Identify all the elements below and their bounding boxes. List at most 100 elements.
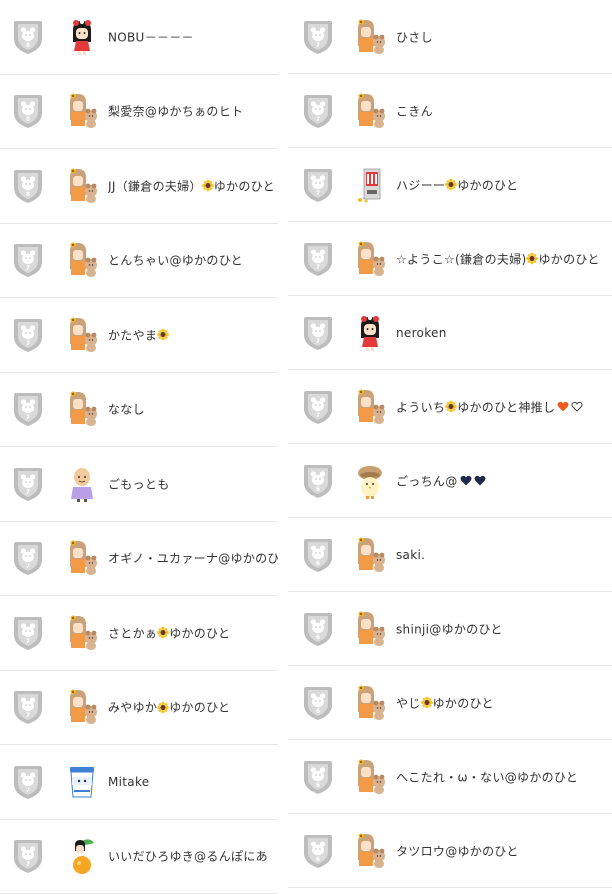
rank-badge-number: 7 bbox=[302, 191, 334, 197]
user-name-suffix-text: ゆかのひと bbox=[169, 699, 230, 716]
rank-badge-icon: 7 bbox=[12, 764, 44, 800]
girl-with-dog-avatar[interactable] bbox=[352, 18, 388, 56]
rank-badge-number: 6 bbox=[302, 635, 334, 641]
girl-with-dog-avatar[interactable] bbox=[352, 388, 388, 426]
user-name[interactable]: かたやま bbox=[108, 326, 169, 343]
user-name-text: さとかぁ bbox=[108, 624, 157, 641]
rank-badge-icon: 8 bbox=[12, 93, 44, 129]
user-name[interactable]: ごっちん@ bbox=[396, 472, 486, 489]
user-name[interactable]: ☆ようこ☆(鎌倉の夫婦)ゆかのひと bbox=[396, 250, 600, 267]
fan-list-item[interactable]: 6 やじゆかのひと bbox=[288, 666, 612, 740]
fan-list-item[interactable]: 7 ひさし bbox=[288, 0, 612, 74]
user-name[interactable]: NOBU－－－－ bbox=[108, 28, 194, 45]
user-name[interactable]: ななし bbox=[108, 401, 145, 418]
fan-list-item[interactable]: 7さとかぁゆかのひと bbox=[0, 596, 278, 671]
fan-list-item[interactable]: 8 梨愛奈@ゆかちぁのヒト bbox=[0, 75, 278, 150]
user-name[interactable]: ひさし bbox=[396, 28, 433, 45]
user-name-text: よういち bbox=[396, 398, 445, 415]
girl-red-bow-avatar[interactable] bbox=[64, 18, 100, 56]
user-name[interactable]: みやゆかゆかのひと bbox=[108, 699, 230, 716]
user-name[interactable]: shinji@ゆかのひと bbox=[396, 620, 503, 637]
rank-badge-icon: 7 bbox=[12, 540, 44, 576]
rank-badge-icon: 7 bbox=[302, 19, 334, 55]
girl-with-dog-avatar[interactable] bbox=[64, 539, 100, 577]
user-name[interactable]: よういちゆかのひと神推し bbox=[396, 398, 583, 415]
user-name-text: ひさし bbox=[396, 28, 433, 45]
fan-list-item[interactable]: 7みやゆかゆかのひと bbox=[0, 671, 278, 746]
fan-list-item[interactable]: 7neroken bbox=[288, 296, 612, 370]
user-name-text: へこたれ・ω・ない@ゆかのひと bbox=[396, 768, 578, 785]
fan-list-item[interactable]: 7 とんちゃい@ゆかのひと bbox=[0, 224, 278, 299]
rank-badge-number: 7 bbox=[12, 788, 44, 794]
rank-badge-icon: 6 bbox=[302, 759, 334, 795]
girl-red-bow-avatar[interactable] bbox=[352, 314, 388, 352]
fan-list-item[interactable]: 7よういちゆかのひと神推し bbox=[288, 370, 612, 444]
user-name[interactable]: ごもっとも bbox=[108, 475, 170, 492]
heart-outline-icon bbox=[571, 401, 583, 413]
rank-badge-icon: 6 bbox=[302, 685, 334, 721]
girl-with-dog-avatar[interactable] bbox=[64, 241, 100, 279]
user-name-text: ハジーー bbox=[396, 176, 445, 193]
user-name[interactable]: オギノ・ユカァーナ@ゆかのひ bbox=[108, 550, 278, 567]
user-name[interactable]: やじゆかのひと bbox=[396, 694, 494, 711]
fan-list-item[interactable]: 7ななし bbox=[0, 373, 278, 448]
rank-badge-icon: 6 bbox=[302, 833, 334, 869]
user-name[interactable]: さとかぁゆかのひと bbox=[108, 624, 230, 641]
rank-badge-number: 7 bbox=[12, 266, 44, 272]
fan-list-item[interactable]: 6 へこたれ・ω・ない@ゆかのひと bbox=[288, 740, 612, 814]
girl-with-dog-avatar[interactable] bbox=[352, 684, 388, 722]
user-name[interactable]: へこたれ・ω・ない@ゆかのひと bbox=[396, 768, 578, 785]
sunflower-icon bbox=[157, 701, 169, 713]
user-name[interactable]: 梨愛奈@ゆかちぁのヒト bbox=[108, 103, 243, 120]
girl-with-dog-avatar[interactable] bbox=[352, 610, 388, 648]
fan-list-item[interactable]: 7 こきん bbox=[288, 74, 612, 148]
fan-list-item[interactable]: 7かたやま bbox=[0, 298, 278, 373]
girl-with-dog-avatar[interactable] bbox=[64, 316, 100, 354]
user-name[interactable]: ハジーーゆかのひと bbox=[396, 176, 518, 193]
fan-list-item[interactable]: 8JJ（鎌倉の夫婦）ゆかのひと bbox=[0, 149, 278, 224]
user-name-text: ごっちん@ bbox=[396, 472, 458, 489]
fan-list-item[interactable]: 7 Mitake bbox=[0, 745, 278, 820]
fan-list-item[interactable]: 7☆ようこ☆(鎌倉の夫婦)ゆかのひと bbox=[288, 222, 612, 296]
fan-list-item[interactable]: 7 ハジーーゆかのひと bbox=[288, 148, 612, 222]
girl-with-dog-avatar[interactable] bbox=[352, 536, 388, 574]
mushroom-chick-avatar[interactable] bbox=[352, 462, 388, 500]
user-name[interactable]: こきん bbox=[396, 102, 433, 119]
fan-list-item[interactable]: 6saki. bbox=[288, 518, 612, 592]
yogurt-cup-avatar[interactable] bbox=[64, 763, 100, 801]
fan-list-right-column: 7 ひさし 7 こきん 7 ハジーーゆかのひと 7☆ようこ☆(鎌倉の夫婦)ゆかのひと7ner… bbox=[288, 0, 612, 888]
user-name-text: とんちゃい@ゆかのひと bbox=[108, 252, 243, 269]
user-name-text: タツロウ@ゆかのひと bbox=[396, 842, 519, 859]
user-name[interactable]: とんちゃい@ゆかのひと bbox=[108, 252, 243, 269]
user-name[interactable]: タツロウ@ゆかのひと bbox=[396, 842, 519, 859]
girl-with-dog-avatar[interactable] bbox=[352, 758, 388, 796]
fan-list-item[interactable]: 6 shinji@ゆかのひと bbox=[288, 592, 612, 666]
girl-with-dog-avatar[interactable] bbox=[64, 92, 100, 130]
fan-list-item[interactable]: 7ごもっとも bbox=[0, 447, 278, 522]
bald-man-avatar[interactable] bbox=[64, 465, 100, 503]
fan-list-item[interactable]: 6 タツロウ@ゆかのひと bbox=[288, 814, 612, 888]
girl-with-dog-avatar[interactable] bbox=[352, 240, 388, 278]
user-name[interactable]: Mitake bbox=[108, 775, 149, 789]
orange-leaf-avatar[interactable] bbox=[64, 837, 100, 875]
user-name[interactable]: JJ（鎌倉の夫婦）ゆかのひと bbox=[108, 177, 275, 194]
user-name[interactable]: neroken bbox=[396, 326, 447, 340]
rank-badge-number: 8 bbox=[12, 117, 44, 123]
fan-list-item[interactable]: 8NOBU－－－－ bbox=[0, 0, 278, 75]
rank-badge-icon: 7 bbox=[12, 242, 44, 278]
girl-with-dog-avatar[interactable] bbox=[352, 92, 388, 130]
fan-list-item[interactable]: 7いいだひろゆき@るんぽにあ bbox=[0, 820, 278, 894]
girl-with-dog-avatar[interactable] bbox=[64, 688, 100, 726]
girl-with-dog-avatar[interactable] bbox=[64, 167, 100, 205]
vending-machine-avatar[interactable] bbox=[352, 166, 388, 204]
rank-badge-number: 7 bbox=[302, 117, 334, 123]
sunflower-icon bbox=[157, 329, 169, 341]
girl-with-dog-avatar[interactable] bbox=[352, 832, 388, 870]
girl-with-dog-avatar[interactable] bbox=[64, 614, 100, 652]
fan-list-item[interactable]: 7 オギノ・ユカァーナ@ゆかのひ bbox=[0, 522, 278, 597]
girl-with-dog-avatar[interactable] bbox=[64, 390, 100, 428]
fan-list-item[interactable]: 6ごっちん@ bbox=[288, 444, 612, 518]
rank-badge-icon: 7 bbox=[302, 93, 334, 129]
user-name[interactable]: saki. bbox=[396, 548, 425, 562]
user-name[interactable]: いいだひろゆき@るんぽにあ bbox=[108, 848, 268, 865]
